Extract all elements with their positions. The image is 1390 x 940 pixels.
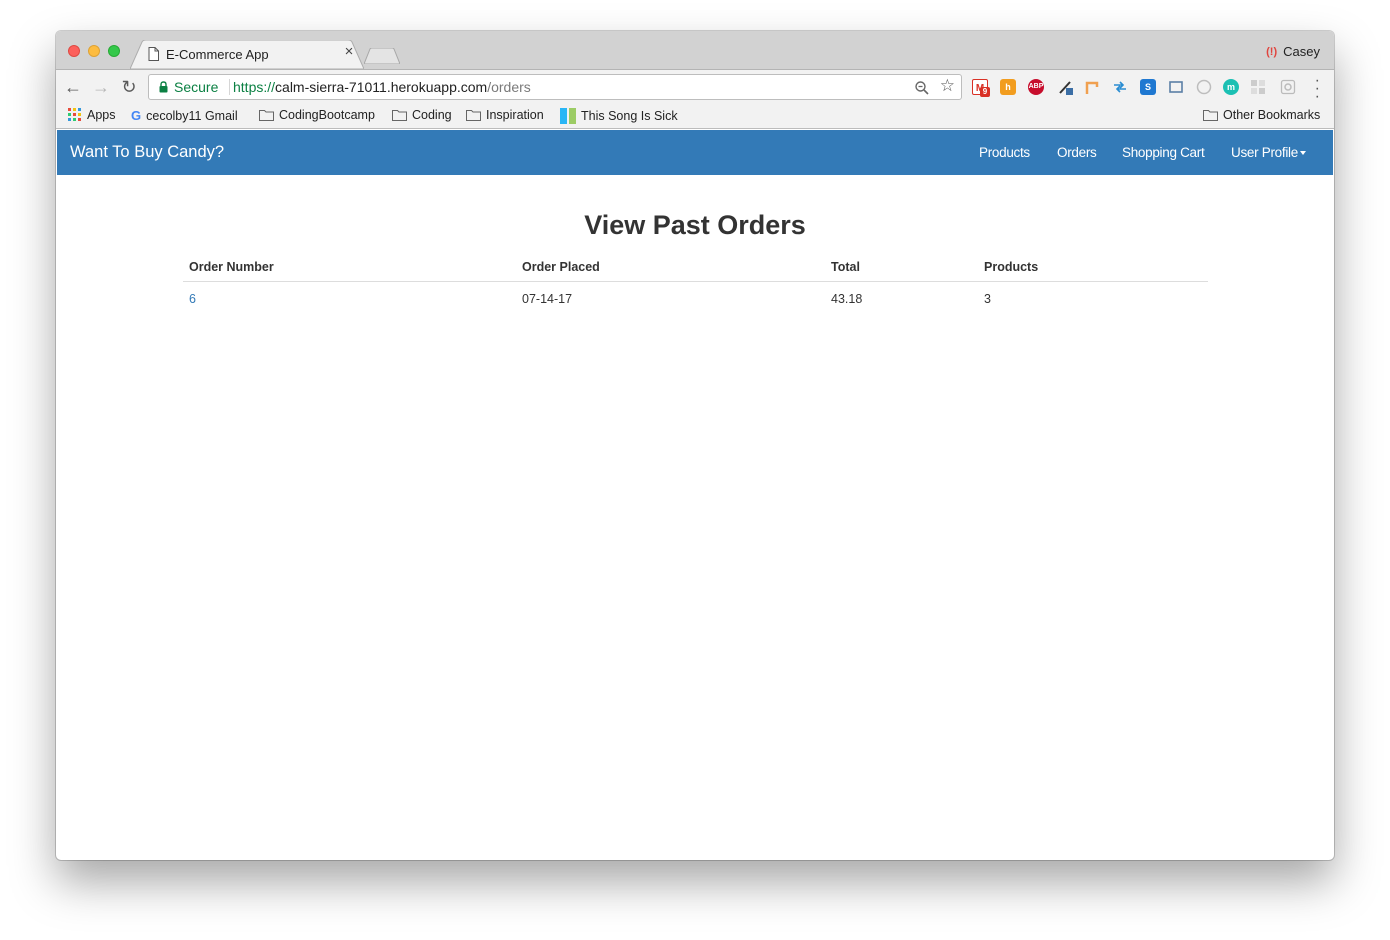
nav-shopping-cart[interactable]: Shopping Cart — [1122, 145, 1205, 160]
minimize-window-button[interactable] — [88, 45, 100, 57]
adblock-plus-icon[interactable]: ABP — [1028, 79, 1044, 95]
new-tab-button[interactable] — [364, 48, 400, 64]
order-number-link[interactable]: 6 — [189, 292, 196, 306]
caret-down-icon — [1299, 151, 1306, 156]
close-window-button[interactable] — [68, 45, 80, 57]
url-host: calm-sierra-71011.herokuapp.com — [275, 79, 488, 95]
bookmark-label: cecolby11 Gmail — [146, 108, 238, 123]
nav-user-profile-label: User Profile — [1231, 145, 1298, 160]
bookmark-apps[interactable]: Apps — [68, 108, 116, 122]
order-products-cell: 3 — [984, 292, 991, 306]
bookmark-label: Inspiration — [486, 108, 544, 122]
bookmark-label: Apps — [87, 108, 116, 122]
nav-user-profile[interactable]: User Profile — [1231, 145, 1306, 160]
bookmark-coding[interactable]: Coding — [392, 108, 452, 122]
brand-link[interactable]: Want To Buy Candy? — [70, 143, 224, 162]
color-picker-icon[interactable] — [1058, 79, 1074, 95]
s-extension-icon[interactable]: S — [1140, 79, 1156, 95]
bookmark-label: This Song Is Sick — [581, 109, 678, 123]
browser-menu-icon[interactable]: · · · — [1315, 73, 1320, 105]
postman-interceptor-icon[interactable] — [1084, 79, 1100, 95]
page-title: View Past Orders — [584, 210, 806, 240]
tab-strip: E-Commerce App × (!) Casey — [56, 31, 1334, 69]
redux-devtools-icon[interactable] — [1112, 79, 1128, 95]
site-navbar: Want To Buy Candy? Products Orders Shopp… — [57, 130, 1333, 175]
nav-orders[interactable]: Orders — [1057, 145, 1097, 160]
profile-name: Casey — [1283, 44, 1320, 59]
table-header-divider — [183, 281, 1208, 282]
screenshot-extension-icon[interactable] — [1168, 79, 1184, 95]
bookmark-label: Other Bookmarks — [1223, 108, 1321, 122]
bookmark-other[interactable]: Other Bookmarks — [1203, 108, 1320, 122]
close-tab-icon[interactable]: × — [342, 44, 356, 59]
momentum-extension-icon[interactable]: m — [1223, 79, 1239, 95]
bookmark-label: CodingBootcamp — [279, 108, 375, 122]
forward-arrow-icon[interactable]: → — [92, 78, 110, 96]
zoom-icon[interactable] — [915, 81, 929, 95]
google-icon: G — [131, 108, 142, 123]
bookmark-inspiration[interactable]: Inspiration — [466, 108, 544, 122]
bookmark-gmail[interactable]: G cecolby11 Gmail — [131, 108, 238, 123]
bookmark-codingbootcamp[interactable]: CodingBootcamp — [259, 108, 375, 122]
bookmark-star-icon[interactable]: ☆ — [940, 76, 955, 96]
fullscreen-window-button[interactable] — [108, 45, 120, 57]
grid-extension-icon[interactable] — [1250, 79, 1266, 95]
profile-button[interactable]: (!) Casey — [1266, 44, 1320, 59]
folder-icon — [392, 110, 407, 121]
clock-extension-icon[interactable] — [1196, 79, 1212, 95]
folder-icon — [259, 110, 274, 121]
nav-products[interactable]: Products — [979, 145, 1030, 160]
column-header-order-number: Order Number — [189, 260, 274, 274]
url-text[interactable]: https://calm-sierra-71011.herokuapp.com/… — [233, 79, 531, 95]
bookmark-label: Coding — [412, 108, 452, 122]
site-icon — [560, 108, 576, 124]
secure-label: Secure — [174, 79, 219, 95]
reload-icon[interactable]: ↻ — [120, 78, 138, 96]
apps-grid-icon — [68, 108, 81, 121]
honey-extension-icon[interactable]: h — [1000, 79, 1016, 95]
browser-window: E-Commerce App × (!) Casey ← → ↻ Secure … — [56, 31, 1334, 860]
address-divider — [229, 79, 230, 95]
order-total-cell: 43.18 — [831, 292, 863, 306]
address-bar[interactable]: Secure https://calm-sierra-71011.herokua… — [148, 74, 962, 100]
settings-extension-icon[interactable] — [1280, 79, 1296, 95]
profile-icon: (!) — [1266, 45, 1278, 58]
browser-toolbar: ← → ↻ Secure https://calm-sierra-71011.h… — [56, 69, 1334, 105]
gmail-badge: 9 — [980, 87, 990, 97]
tab-title: E-Commerce App — [166, 47, 269, 62]
back-arrow-icon[interactable]: ← — [64, 78, 82, 96]
folder-icon — [466, 110, 481, 121]
url-scheme: https:// — [233, 79, 276, 95]
order-placed-cell: 07-14-17 — [522, 292, 573, 306]
column-header-order-placed: Order Placed — [522, 260, 600, 274]
column-header-products: Products — [984, 260, 1039, 274]
bookmark-this-song-is-sick[interactable]: This Song Is Sick — [560, 108, 678, 124]
page-icon — [148, 47, 159, 61]
url-path: /orders — [487, 79, 531, 95]
folder-icon — [1203, 110, 1218, 121]
column-header-total: Total — [831, 260, 860, 274]
lock-icon — [159, 81, 168, 93]
bookmarks-bar: Apps G cecolby11 Gmail CodingBootcamp Co… — [56, 103, 1334, 129]
